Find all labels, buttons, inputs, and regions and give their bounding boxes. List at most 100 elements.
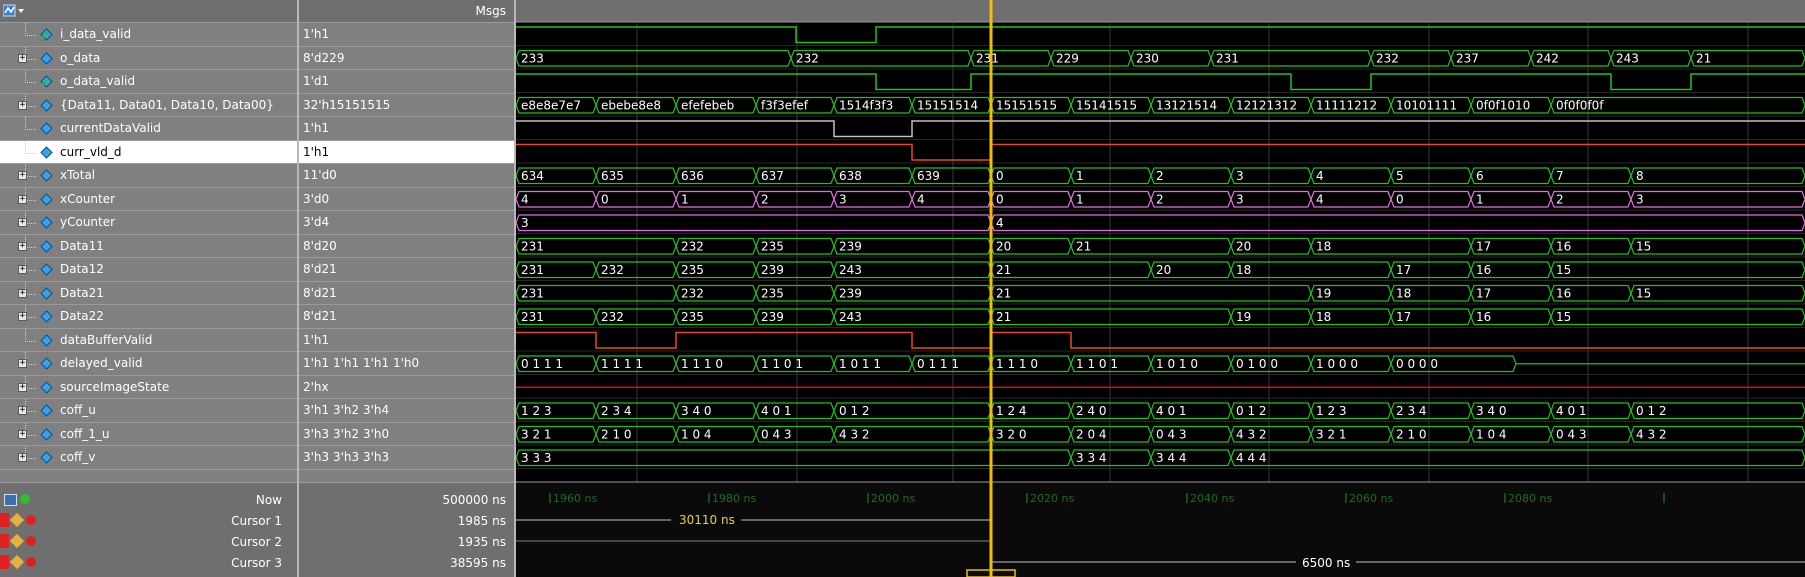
signal-row[interactable]: + o_data	[0, 46, 297, 71]
signal-value-row[interactable]: 3'h3 3'h3 3'h3	[299, 446, 514, 470]
lock-icon[interactable]	[0, 534, 9, 548]
bus-segment[interactable]	[1550, 308, 1805, 326]
bit-wave[interactable]	[516, 331, 1805, 349]
signal-value-row[interactable]: 8'd21	[299, 258, 514, 282]
expand-icon[interactable]: +	[18, 453, 27, 462]
signal-row[interactable]: currentDataValid	[0, 117, 297, 141]
bit-wave[interactable]	[516, 26, 1805, 44]
expand-icon[interactable]: +	[18, 288, 27, 298]
cursor-row[interactable]: Cursor 1	[0, 510, 297, 532]
signal-row[interactable]: + coff_u	[0, 399, 297, 423]
waveform-pane[interactable]: 233 232 231 229 230 231 232 237 242 243 21 e8e8e7e7…	[516, 0, 1805, 577]
lock-icon[interactable]	[0, 513, 9, 527]
signal-value-row[interactable]: 1'h1	[299, 23, 514, 47]
signal-row[interactable]: + Data22	[0, 305, 297, 329]
expand-icon[interactable]: +	[18, 312, 27, 321]
remove-cursor-icon[interactable]	[26, 515, 36, 525]
expand-icon[interactable]: +	[18, 429, 27, 439]
signal-icon	[40, 216, 53, 229]
signal-value-row[interactable]: 3'd0	[299, 188, 514, 212]
cursor-value-row[interactable]: 1935 ns	[299, 531, 514, 553]
signal-row[interactable]: + xCounter	[0, 187, 297, 212]
bus-segment[interactable]	[990, 214, 1805, 232]
signal-row[interactable]: + xTotal	[0, 164, 297, 188]
cursor-value-row[interactable]: 1985 ns	[299, 510, 514, 532]
bus-segment[interactable]	[1630, 167, 1805, 185]
signal-row[interactable]: + yCounter	[0, 211, 297, 235]
expand-icon[interactable]: +	[18, 241, 27, 251]
bit-wave[interactable]	[516, 143, 1805, 161]
bit-wave[interactable]	[516, 120, 1805, 138]
signal-value-row[interactable]: 1'd1	[299, 70, 514, 94]
signal-value-row[interactable]: 8'd21	[299, 305, 514, 329]
bit-wave[interactable]	[516, 73, 1805, 91]
bus-value-label: 1	[1076, 169, 1084, 183]
bus-segment[interactable]	[516, 449, 1072, 467]
signal-value-row[interactable]: 11'd0	[299, 164, 514, 188]
signal-row[interactable]: + coff_v	[0, 446, 297, 470]
bus-segment[interactable]	[1550, 261, 1805, 279]
signal-value-row[interactable]: 2'hx	[299, 376, 514, 400]
cursor-value-row[interactable]: 500000 ns	[299, 489, 514, 511]
signal-row[interactable]: + coff_1_u	[0, 422, 297, 447]
expand-icon[interactable]: +	[18, 100, 27, 110]
signal-row[interactable]: + Data21	[0, 281, 297, 306]
signal-value-row[interactable]: 1'h1	[299, 117, 514, 141]
signal-value-row[interactable]: 1'h1 1'h1 1'h1 1'h0	[299, 352, 514, 376]
bus-segment[interactable]	[1310, 237, 1472, 255]
expand-icon[interactable]: +	[18, 406, 27, 415]
bus-segment[interactable]	[1070, 237, 1232, 255]
signal-value-row[interactable]: 8'd20	[299, 235, 514, 259]
bus-segment[interactable]	[1630, 190, 1805, 208]
cursor-row[interactable]: Cursor 2	[0, 531, 297, 553]
signal-row[interactable]: + Data11	[0, 234, 297, 259]
bus-value-label: 2 1 0	[601, 427, 632, 441]
now-row[interactable]: Now	[0, 489, 297, 511]
signal-row[interactable]: i_data_valid	[0, 23, 297, 47]
signal-value-row[interactable]: 32'h15151515	[299, 94, 514, 118]
bus-segment[interactable]	[1230, 261, 1392, 279]
cursor-value-row[interactable]: 38595 ns	[299, 552, 514, 574]
bus-segment[interactable]	[1230, 449, 1805, 467]
signal-value-row[interactable]: 3'd4	[299, 211, 514, 235]
signal-value-row[interactable]: 8'd21	[299, 282, 514, 306]
signal-row[interactable]: + sourceImageState	[0, 375, 297, 400]
expand-icon[interactable]: +	[18, 265, 27, 274]
bus-segment[interactable]	[990, 284, 1312, 302]
expand-icon[interactable]: +	[18, 194, 27, 204]
signal-row[interactable]: dataBufferValid	[0, 328, 297, 353]
add-cursor-icon[interactable]	[4, 494, 17, 506]
signal-row[interactable]: curr_vld_d	[0, 140, 297, 164]
waveform-canvas[interactable]: 233 232 231 229 230 231 232 237 242 243 21e8e8e7e7…	[516, 0, 1805, 577]
signal-row[interactable]: + Data12	[0, 258, 297, 282]
signal-row[interactable]: o_data_valid	[0, 70, 297, 94]
cursor-row[interactable]: Cursor 3	[0, 552, 297, 574]
expand-icon[interactable]: +	[18, 359, 27, 368]
wave-settings-icon[interactable]	[3, 4, 25, 18]
signal-value-row[interactable]: 1'h1	[299, 329, 514, 353]
expand-icon[interactable]: +	[18, 53, 27, 63]
signal-value-row[interactable]: 3'h1 3'h2 3'h4	[299, 399, 514, 423]
signal-value-row[interactable]: 1'h1	[299, 140, 514, 164]
lock-icon[interactable]	[0, 555, 9, 569]
bus-value-label: 3 4 0	[681, 404, 712, 418]
expand-icon[interactable]: +	[18, 382, 27, 392]
bus-segment[interactable]	[516, 214, 992, 232]
add-icon[interactable]	[20, 494, 30, 504]
wrench-icon[interactable]	[9, 533, 25, 549]
bus-segment[interactable]	[990, 308, 1232, 326]
remove-cursor-icon[interactable]	[26, 557, 36, 567]
bus-segment[interactable]	[990, 261, 1152, 279]
expand-icon[interactable]: +	[18, 218, 27, 227]
bus-segment[interactable]	[516, 49, 792, 67]
bus-segment[interactable]	[1630, 284, 1805, 302]
signal-value-row[interactable]: 8'd229	[299, 47, 514, 71]
signal-value-row[interactable]: 3'h3 3'h2 3'h0	[299, 423, 514, 447]
signal-row[interactable]: + {Data11, Data01, Data10, Data00}	[0, 93, 297, 118]
bus-segment[interactable]	[1630, 237, 1805, 255]
wrench-icon[interactable]	[9, 512, 25, 528]
wrench-icon[interactable]	[9, 554, 25, 570]
expand-icon[interactable]: +	[18, 171, 27, 180]
remove-cursor-icon[interactable]	[26, 536, 36, 546]
signal-row[interactable]: + delayed_valid	[0, 352, 297, 376]
